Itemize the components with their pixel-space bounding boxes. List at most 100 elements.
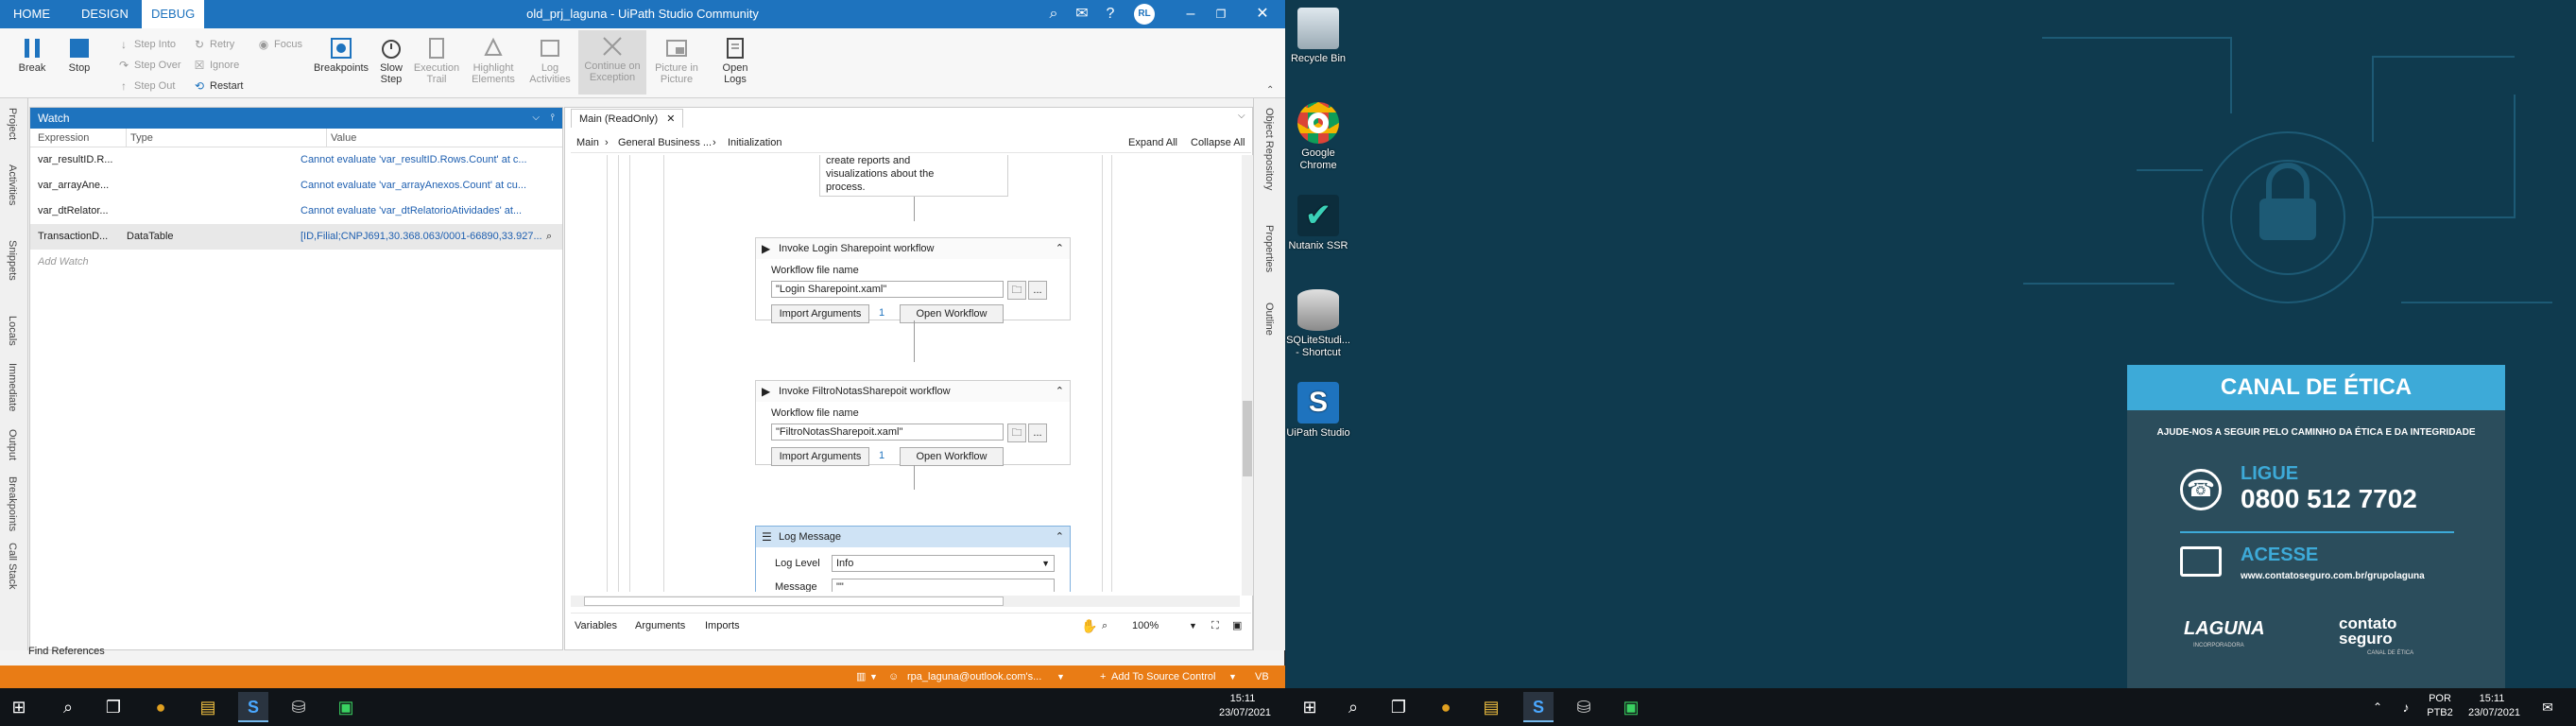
expand-all-button[interactable]: Expand All — [1128, 132, 1177, 153]
rail-tab-properties[interactable]: Properties — [1263, 225, 1275, 272]
sqlitestudio-taskbar-icon[interactable]: ⛁ — [283, 692, 314, 722]
add-to-source-control[interactable]: Add To Source Control — [1111, 666, 1215, 688]
search-icon[interactable]: ⌕ — [1044, 5, 1063, 24]
focus-button[interactable]: ◉ Focus — [255, 36, 302, 53]
scrollbar-thumb[interactable] — [1243, 401, 1252, 476]
desktop-icon-recycle-bin[interactable]: Recycle Bin — [1285, 8, 1351, 65]
open-workflow-button[interactable]: Open Workflow — [900, 304, 1004, 323]
tab-home[interactable]: HOME — [4, 0, 60, 28]
ethics-url[interactable]: www.contatoseguro.com.br/grupolaguna — [2241, 571, 2425, 581]
keyboard-language[interactable]: POR PTB2 — [2423, 692, 2457, 720]
search-icon[interactable]: ⌕ — [1338, 692, 1368, 722]
clock[interactable]: 15:11 23/07/2021 — [1219, 692, 1271, 720]
tab-design[interactable]: DESIGN — [72, 0, 138, 28]
chevron-down-icon[interactable]: ▼ — [869, 666, 878, 688]
rail-tab-snippets[interactable]: Snippets — [7, 240, 18, 281]
open-workflow-button[interactable]: Open Workflow — [900, 447, 1004, 466]
step-into-button[interactable]: ↓ Step Into — [115, 36, 176, 53]
tab-debug[interactable]: DEBUG — [142, 0, 205, 28]
search-icon[interactable]: ⌕ — [1102, 614, 1108, 638]
pin-icon[interactable]: ⫯ — [551, 108, 555, 129]
collapse-ribbon-icon[interactable]: ⌃ — [1266, 85, 1274, 95]
breadcrumb-item[interactable]: Initialization — [728, 132, 781, 153]
import-arguments-button[interactable]: Import Arguments — [771, 304, 869, 323]
collapse-icon[interactable]: ⌃ — [1056, 381, 1064, 402]
invoke-workflow-activity[interactable]: ▶ Invoke Login Sharepoint workflow ⌃ Wor… — [755, 237, 1071, 323]
watch-row[interactable]: var_arrayAne... Cannot evaluate 'var_arr… — [30, 173, 562, 199]
watch-row[interactable]: TransactionD... DataTable [ID,Filial;CNP… — [30, 224, 562, 250]
task-view-icon[interactable]: ❐ — [98, 692, 129, 722]
hand-icon[interactable]: ✋ — [1081, 614, 1097, 638]
volume-icon[interactable]: ♪ — [2391, 692, 2421, 722]
ellipsis-button[interactable]: ... — [1028, 281, 1047, 300]
variables-tab[interactable]: Variables — [575, 614, 617, 638]
chevron-down-icon[interactable]: ▼ — [1189, 614, 1197, 638]
workflow-file-input[interactable]: "Login Sharepoint.xaml" — [771, 281, 1004, 298]
continue-on-exception-button[interactable]: Continue on Exception — [578, 30, 646, 95]
notification-icon[interactable]: ✉ — [2533, 692, 2563, 722]
picture-in-picture-button[interactable]: Picture in Picture — [648, 32, 705, 85]
chrome-icon[interactable]: ● — [146, 692, 176, 722]
desktop-icon-uipath-studio[interactable]: S UiPath Studio — [1285, 382, 1351, 440]
minimize-icon[interactable]: – — [1181, 5, 1200, 24]
slow-step-button[interactable]: Slow Step — [374, 32, 408, 85]
chevron-down-icon[interactable]: ⌵ — [1238, 111, 1245, 121]
open-logs-button[interactable]: Open Logs — [714, 32, 756, 85]
vertical-scrollbar[interactable] — [1242, 155, 1253, 596]
imports-tab[interactable]: Imports — [705, 614, 740, 638]
magnifier-icon[interactable]: ⌕ — [546, 224, 559, 250]
chevron-up-icon[interactable]: ⌃ — [2362, 692, 2393, 722]
task-view-icon[interactable]: ❐ — [1383, 692, 1414, 722]
break-button[interactable]: Break — [13, 32, 51, 74]
windows-start-icon[interactable]: ⊞ — [4, 692, 34, 722]
collapse-icon[interactable]: ⌃ — [1056, 527, 1064, 547]
breadcrumb-item[interactable]: Main — [576, 132, 599, 153]
step-out-button[interactable]: ↑ Step Out — [115, 78, 175, 95]
account-label[interactable]: rpa_laguna@outlook.com's... — [907, 666, 1041, 688]
watch-row[interactable]: var_dtRelator... Cannot evaluate 'var_dt… — [30, 199, 562, 224]
overview-icon[interactable]: ▣ — [1232, 614, 1242, 638]
rail-tab-call-stack[interactable]: Call Stack — [7, 543, 18, 590]
workflow-file-input[interactable]: "FiltroNotasSharepoit.xaml" — [771, 424, 1004, 441]
document-tab[interactable]: Main (ReadOnly) ✕ — [571, 109, 684, 128]
log-message-activity[interactable]: ☰ Log Message ⌃ Log Level Info ▼ Message… — [755, 526, 1071, 592]
rail-tab-outline[interactable]: Outline — [1263, 302, 1275, 336]
help-icon[interactable]: ? — [1101, 5, 1120, 24]
rail-tab-immediate[interactable]: Immediate — [7, 363, 18, 411]
invoke-workflow-activity[interactable]: ▶ Invoke FiltroNotasSharepoit workflow ⌃… — [755, 380, 1071, 466]
scrollbar-thumb[interactable] — [584, 596, 1004, 606]
desktop-icon-google-chrome[interactable]: Google Chrome — [1285, 102, 1351, 172]
collapse-icon[interactable]: ⌃ — [1056, 238, 1064, 259]
file-explorer-icon[interactable]: ▤ — [193, 692, 223, 722]
breadcrumb-item[interactable]: General Business ... — [618, 132, 712, 153]
stop-button[interactable]: Stop — [60, 32, 98, 74]
close-icon[interactable]: ✕ — [666, 113, 675, 125]
orchestrator-icon[interactable]: ▥ — [856, 666, 866, 688]
log-level-select[interactable]: Info ▼ — [832, 555, 1055, 572]
windows-start-icon[interactable]: ⊞ — [1295, 692, 1325, 722]
desktop-icon-nutanix[interactable]: ✔ Nutanix SSR — [1285, 195, 1351, 252]
chevron-down-icon[interactable]: ▼ — [1056, 666, 1065, 688]
ignore-button[interactable]: ☒ Ignore — [191, 57, 240, 74]
restart-button[interactable]: ⟲ Restart — [191, 78, 244, 95]
rail-tab-activities[interactable]: Activities — [7, 164, 18, 205]
breakpoints-button[interactable]: Breakpoints — [308, 32, 374, 74]
avatar[interactable]: RL — [1134, 4, 1155, 25]
rail-tab-output[interactable]: Output — [7, 429, 18, 460]
desktop-icon-sqlitestudio[interactable]: SQLiteStudi... - Shortcut — [1285, 289, 1351, 359]
chevron-down-icon[interactable]: ⌵ — [532, 108, 540, 129]
restore-icon[interactable]: ❐ — [1211, 5, 1230, 24]
uipath-taskbar-icon[interactable]: S — [1523, 692, 1554, 722]
collapse-all-button[interactable]: Collapse All — [1191, 132, 1245, 153]
horizontal-scrollbar[interactable] — [571, 596, 1240, 607]
feedback-icon[interactable]: ✉ — [1073, 5, 1091, 24]
clock[interactable]: 15:11 23/07/2021 — [2468, 692, 2520, 720]
fit-screen-icon[interactable]: ⛶ — [1211, 614, 1219, 638]
highlight-elements-button[interactable]: Highlight Elements — [465, 32, 522, 85]
import-arguments-button[interactable]: Import Arguments — [771, 447, 869, 466]
step-over-button[interactable]: ↷ Step Over — [115, 57, 181, 74]
rail-tab-breakpoints[interactable]: Breakpoints — [7, 476, 18, 531]
add-watch-row[interactable]: Add Watch — [30, 250, 562, 275]
rail-tab-project[interactable]: Project — [7, 108, 18, 140]
folder-icon[interactable]: 🗀 — [1007, 424, 1026, 442]
